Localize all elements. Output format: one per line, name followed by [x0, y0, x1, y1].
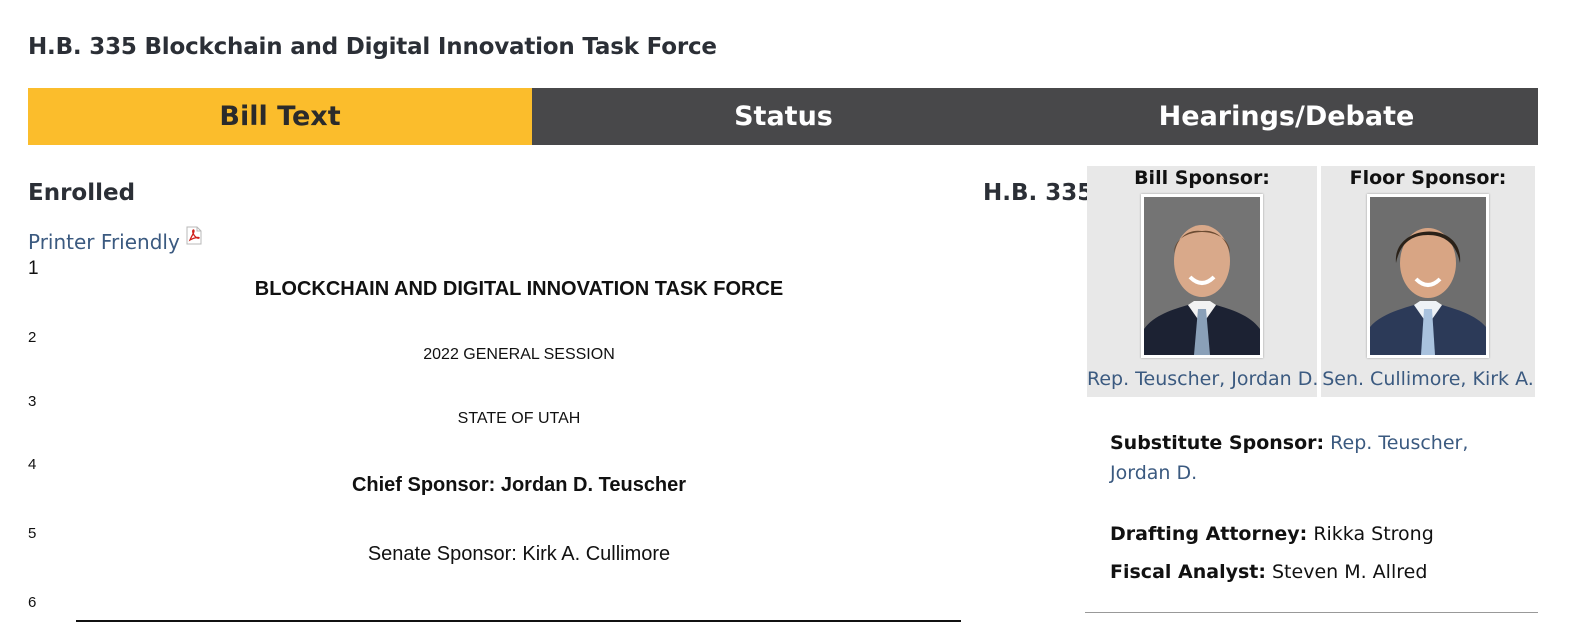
bill-short-title: BLOCKCHAIN AND DIGITAL INNOVATION TASK F…	[254, 278, 784, 300]
bill-senate-sponsor: Senate Sponsor: Kirk A. Cullimore	[367, 543, 671, 565]
floor-sponsor-name-link[interactable]: Sen. Cullimore, Kirk A.	[1321, 368, 1535, 390]
floor-sponsor-photo[interactable]	[1367, 194, 1489, 358]
line-number: 2	[28, 329, 37, 346]
drafting-attorney-row: Drafting Attorney: Rikka Strong	[1110, 519, 1434, 549]
line-number: 6	[28, 594, 37, 611]
bill-sponsor-name-link[interactable]: Rep. Teuscher, Jordan D.	[1087, 368, 1318, 390]
pdf-icon[interactable]	[186, 226, 202, 250]
bill-sponsor-heading: Bill Sponsor:	[1134, 167, 1270, 189]
fiscal-analyst-row: Fiscal Analyst: Steven M. Allred	[1110, 557, 1427, 587]
tab-status[interactable]: Status	[532, 88, 1035, 145]
bill-chief-sponsor: Chief Sponsor: Jordan D. Teuscher	[351, 474, 687, 496]
line-number: 3	[28, 393, 37, 410]
line-number: 4	[28, 456, 37, 473]
line-number: 1	[28, 258, 39, 279]
printer-friendly-label[interactable]: Printer Friendly	[28, 230, 180, 254]
bill-state: STATE OF UTAH	[457, 410, 581, 427]
bill-sponsor-card: Bill Sponsor: Rep. Teuscher, Jordan D.	[1087, 166, 1318, 397]
bill-number-label: H.B. 335	[983, 180, 1094, 206]
bill-sponsor-photo[interactable]	[1141, 194, 1263, 358]
line-number: 5	[28, 525, 37, 542]
drafting-attorney-value: Rikka Strong	[1313, 523, 1434, 545]
sidebar-divider	[1085, 612, 1538, 613]
tab-bar: Bill Text Status Hearings/Debate	[28, 88, 1538, 145]
page-title: H.B. 335 Blockchain and Digital Innovati…	[28, 34, 717, 60]
drafting-attorney-label: Drafting Attorney:	[1110, 523, 1308, 545]
floor-sponsor-card: Floor Sponsor: Sen. Cullimore, Kirk A.	[1321, 166, 1535, 397]
fiscal-analyst-value: Steven M. Allred	[1272, 561, 1428, 583]
printer-friendly-link[interactable]: Printer Friendly	[28, 226, 202, 254]
bill-version-heading: Enrolled	[28, 180, 136, 206]
tab-bill-text[interactable]: Bill Text	[28, 88, 532, 145]
tab-hearings-debate[interactable]: Hearings/Debate	[1035, 88, 1538, 145]
fiscal-analyst-label: Fiscal Analyst:	[1110, 561, 1266, 583]
substitute-sponsor-row: Substitute Sponsor: Rep. Teuscher, Jorda…	[1110, 428, 1530, 488]
floor-sponsor-heading: Floor Sponsor:	[1349, 167, 1507, 189]
bill-text-divider	[76, 620, 961, 622]
substitute-sponsor-label: Substitute Sponsor:	[1110, 432, 1325, 454]
bill-session: 2022 GENERAL SESSION	[423, 346, 615, 363]
